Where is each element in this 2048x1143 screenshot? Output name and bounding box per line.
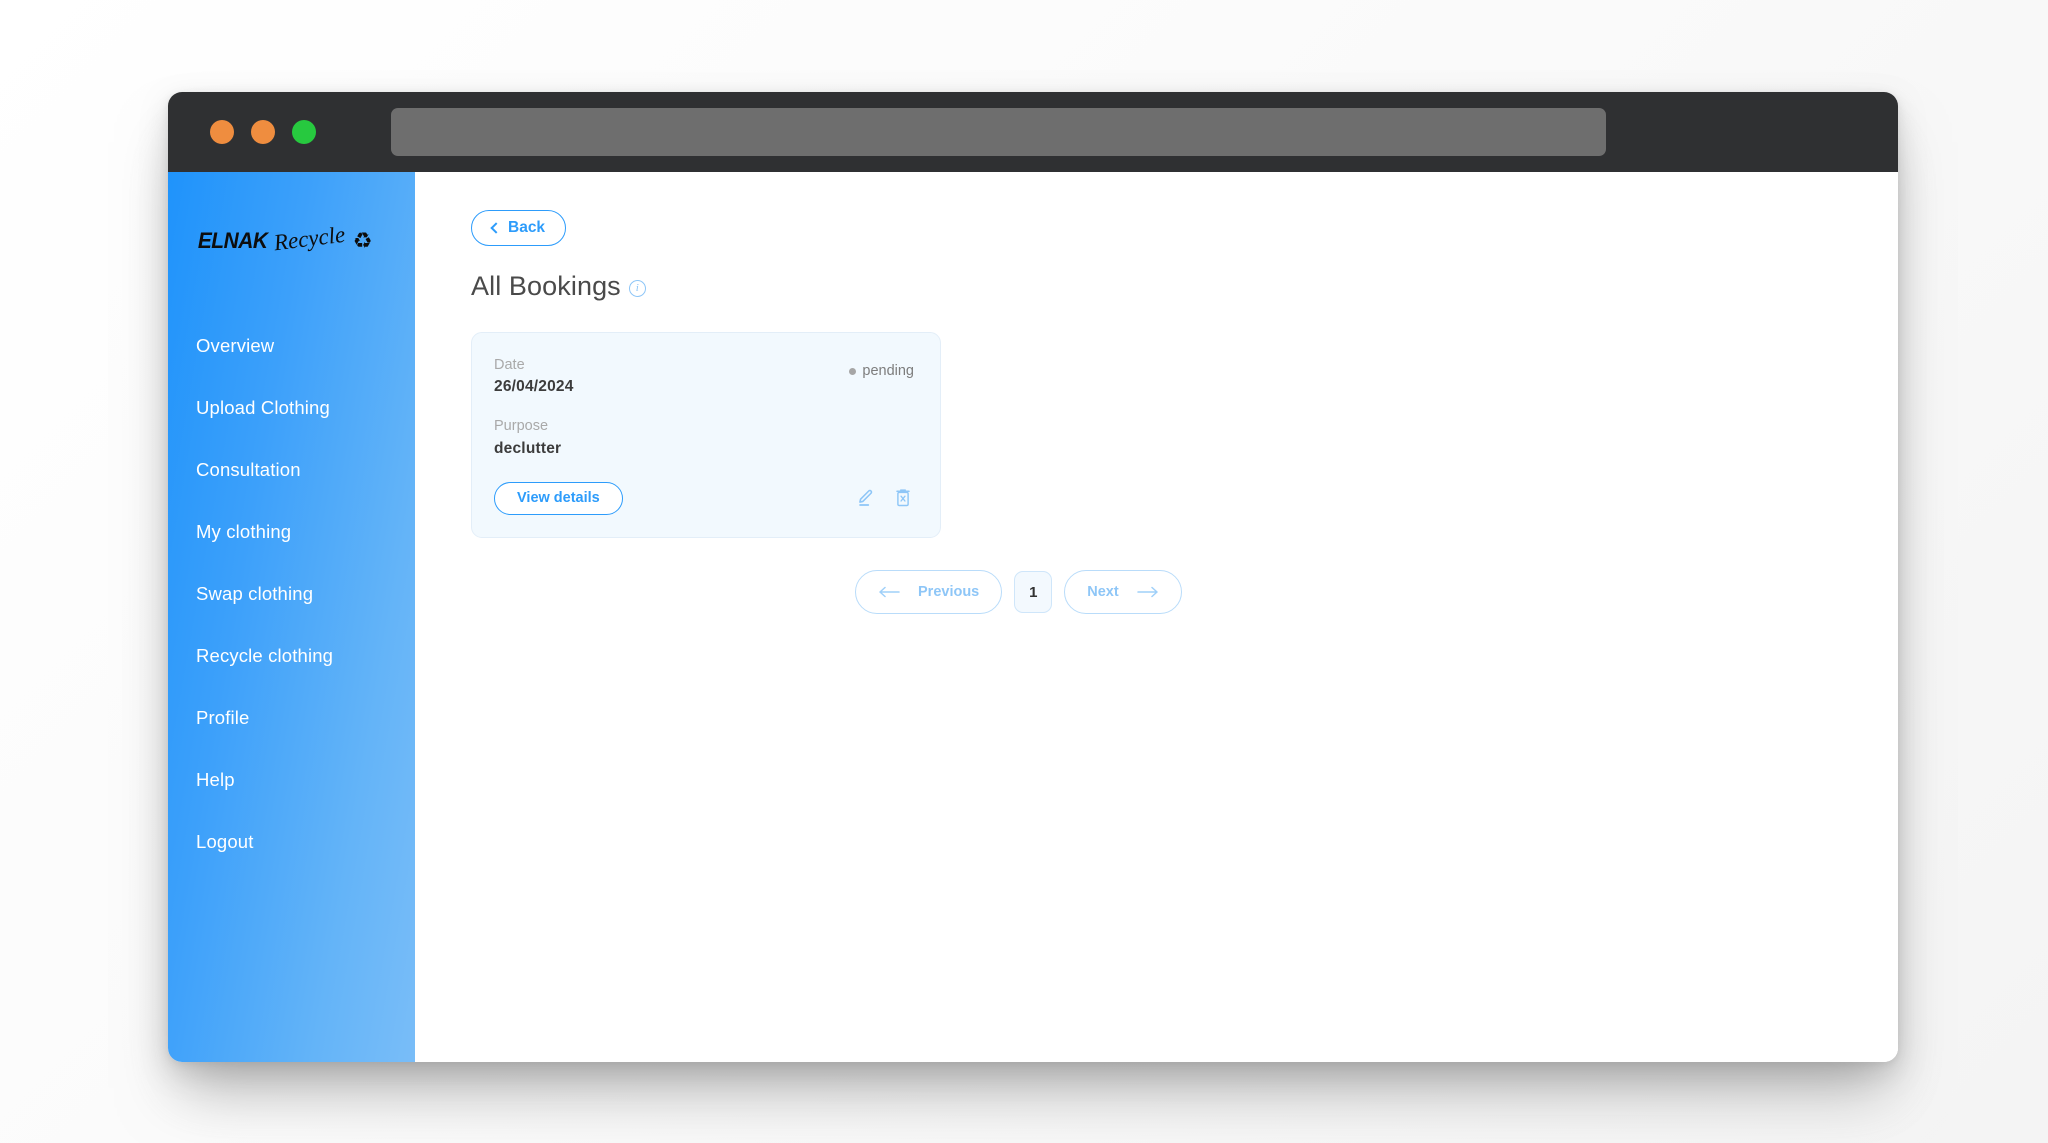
traffic-light-group xyxy=(210,120,316,144)
back-button-label: Back xyxy=(508,219,546,236)
booking-card-footer: View details xyxy=(494,481,914,515)
sidebar-nav: Overview Upload Clothing Consultation My… xyxy=(168,315,415,873)
trash-icon xyxy=(896,489,910,507)
status-label: pending xyxy=(862,363,914,379)
pagination: Previous 1 Next xyxy=(855,570,1182,614)
logo-brand-text: ELNAK xyxy=(197,228,268,253)
sidebar-item-consultation[interactable]: Consultation xyxy=(168,439,415,501)
sidebar-item-profile[interactable]: Profile xyxy=(168,687,415,749)
minimize-button[interactable] xyxy=(251,120,275,144)
main-content: Back All Bookings i Date 26/04/2024 pend… xyxy=(415,172,1898,1062)
next-page-label: Next xyxy=(1087,584,1119,600)
sidebar-item-my-clothing[interactable]: My clothing xyxy=(168,501,415,563)
address-bar-input[interactable] xyxy=(391,108,1606,156)
date-label: Date xyxy=(494,357,525,373)
booking-date-block: Date 26/04/2024 xyxy=(494,355,574,398)
page-title: All Bookings xyxy=(471,271,621,301)
pencil-icon xyxy=(859,490,873,507)
sidebar-item-recycle-clothing[interactable]: Recycle clothing xyxy=(168,625,415,687)
booking-card-actions xyxy=(855,488,914,508)
view-details-button[interactable]: View details xyxy=(494,481,623,515)
next-page-button[interactable]: Next xyxy=(1064,570,1182,614)
app-logo[interactable]: ELNAK Recycle ♻ xyxy=(196,221,415,258)
sidebar-item-logout[interactable]: Logout xyxy=(168,811,415,873)
status-badge: pending xyxy=(849,363,914,379)
browser-window: ELNAK Recycle ♻ Overview Upload Clothing… xyxy=(168,92,1898,1062)
arrow-left-icon xyxy=(879,586,900,598)
sidebar-item-overview[interactable]: Overview xyxy=(168,315,415,377)
booking-card-top-row: Date 26/04/2024 pending xyxy=(494,355,914,398)
logo-script-text: Recycle xyxy=(272,221,347,256)
arrow-right-icon xyxy=(1136,586,1158,598)
chevron-left-icon xyxy=(490,222,502,234)
sidebar-item-help[interactable]: Help xyxy=(168,749,415,811)
delete-booking-button[interactable] xyxy=(894,488,912,508)
view-details-label: View details xyxy=(517,490,600,507)
current-page-indicator[interactable]: 1 xyxy=(1014,571,1053,613)
previous-page-label: Previous xyxy=(918,584,980,600)
sidebar-item-swap-clothing[interactable]: Swap clothing xyxy=(168,563,415,625)
edit-booking-button[interactable] xyxy=(855,488,875,508)
browser-titlebar xyxy=(168,92,1898,172)
info-icon[interactable]: i xyxy=(628,280,646,297)
booking-card: Date 26/04/2024 pending Purpose declutte… xyxy=(471,332,941,538)
zoom-button[interactable] xyxy=(292,120,316,144)
booking-purpose-block: Purpose declutter xyxy=(494,416,914,459)
page-title-row: All Bookings i xyxy=(471,271,1898,302)
recycle-icon: ♻ xyxy=(352,228,373,253)
status-dot-icon xyxy=(849,367,857,375)
back-button[interactable]: Back xyxy=(471,210,567,246)
purpose-value: declutter xyxy=(494,439,562,457)
purpose-label: Purpose xyxy=(494,418,549,435)
screen-background: ELNAK Recycle ♻ Overview Upload Clothing… xyxy=(0,0,2048,1143)
close-button[interactable] xyxy=(210,120,234,144)
sidebar-item-upload-clothing[interactable]: Upload Clothing xyxy=(168,377,415,439)
date-value: 26/04/2024 xyxy=(494,378,574,396)
previous-page-button[interactable]: Previous xyxy=(855,570,1003,614)
sidebar: ELNAK Recycle ♻ Overview Upload Clothing… xyxy=(168,172,415,1062)
browser-viewport: ELNAK Recycle ♻ Overview Upload Clothing… xyxy=(168,172,1898,1062)
